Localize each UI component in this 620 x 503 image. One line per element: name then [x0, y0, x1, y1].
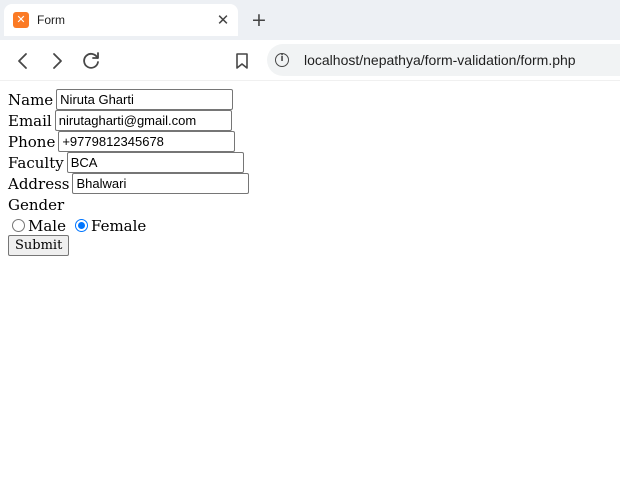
gender-female-label[interactable]: Female: [91, 217, 146, 235]
faculty-input[interactable]: [66, 152, 244, 173]
email-input[interactable]: [54, 110, 232, 131]
gender-label: Gender: [8, 195, 65, 214]
email-label: Email: [8, 111, 52, 130]
xampp-favicon-icon: ✕: [13, 12, 29, 28]
tab-form[interactable]: ✕ Form ✕: [4, 4, 238, 36]
phone-label: Phone: [8, 132, 56, 151]
close-tab-icon[interactable]: ✕: [214, 11, 232, 29]
forward-icon[interactable]: [45, 49, 69, 73]
name-label: Name: [8, 90, 54, 109]
phone-row: Phone: [8, 131, 612, 152]
bookmark-icon[interactable]: [232, 51, 252, 71]
site-info-icon[interactable]: i: [275, 53, 289, 67]
name-input[interactable]: [56, 89, 234, 110]
browser-toolbar: i localhost/nepathya/form-validation/for…: [0, 40, 620, 81]
address-label: Address: [8, 174, 70, 193]
address-row: Address: [8, 173, 612, 194]
submit-row: Submit: [8, 235, 612, 256]
name-row: Name: [8, 89, 612, 110]
new-tab-icon[interactable]: +: [249, 9, 269, 31]
reload-icon[interactable]: [79, 49, 103, 73]
url-text[interactable]: localhost/nepathya/form-validation/form.…: [304, 52, 576, 68]
gender-options-row: Male Female: [8, 215, 612, 236]
tab-strip: ✕ Form ✕ +: [0, 0, 620, 40]
faculty-row: Faculty: [8, 152, 612, 173]
gender-female-radio[interactable]: [74, 219, 88, 232]
gender-male-radio[interactable]: [12, 219, 25, 232]
gender-male-label[interactable]: Male: [28, 217, 66, 235]
address-bar[interactable]: i localhost/nepathya/form-validation/for…: [267, 44, 620, 76]
tab-title: Form: [37, 13, 65, 27]
submit-button[interactable]: Submit: [8, 235, 70, 256]
address-input[interactable]: [72, 173, 250, 194]
email-row: Email: [8, 110, 612, 131]
registration-form: Name Email Phone Faculty Address Gender …: [8, 89, 612, 256]
faculty-label: Faculty: [8, 153, 64, 172]
gender-heading-row: Gender: [8, 194, 612, 215]
phone-input[interactable]: [58, 131, 236, 152]
back-icon[interactable]: [11, 49, 35, 73]
form-page: Name Email Phone Faculty Address Gender …: [0, 81, 620, 503]
